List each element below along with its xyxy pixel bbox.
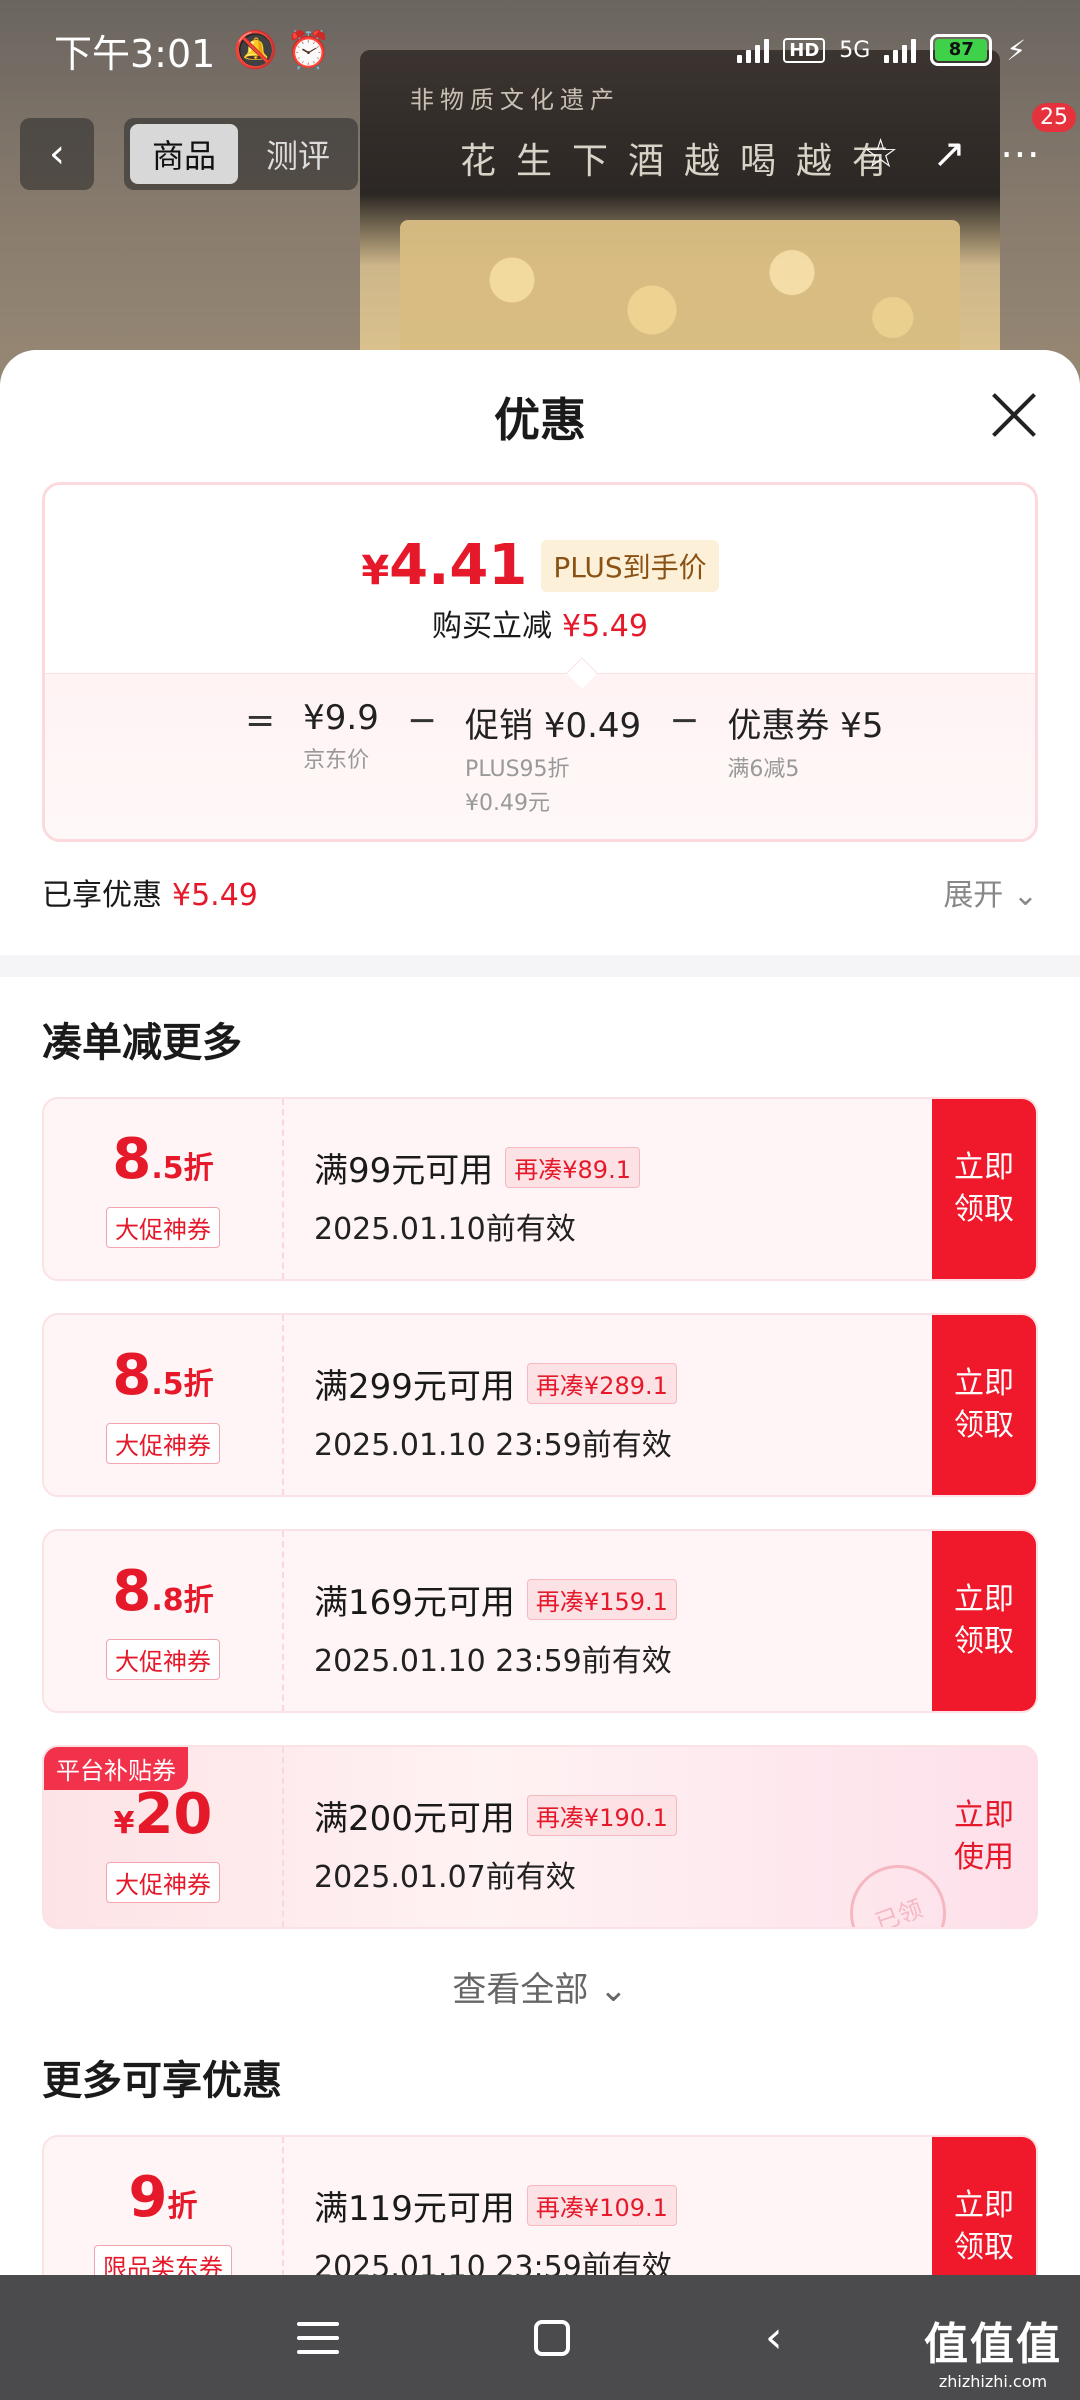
- coupon-condition: 满299元可用: [314, 1367, 515, 1407]
- use-button[interactable]: 立即使用: [932, 1747, 1036, 1927]
- instant-reduction: 购买立减 ¥5.49: [432, 609, 648, 644]
- coupon-tag: 大促神券: [106, 1639, 220, 1680]
- expand-button[interactable]: 展开 ⌄: [943, 870, 1038, 914]
- section-title-bundle: 凑单减更多: [42, 1020, 242, 1066]
- platform-subsidy-tag: 平台补贴券: [44, 1747, 188, 1790]
- coupon-remaining: 再凑¥89.1: [505, 1147, 640, 1188]
- tab-review[interactable]: 测评: [244, 124, 352, 184]
- charging-icon: ⚡: [1006, 33, 1026, 67]
- network-type: 5G: [839, 37, 871, 63]
- home-icon[interactable]: [534, 2319, 571, 2356]
- close-icon[interactable]: [988, 390, 1038, 440]
- discount-sheet: 优惠 ¥4.41 PLUS到手价 购买立减¥5.49 = ¥9.9 京东价 −: [0, 350, 1080, 2400]
- coupon-condition: 满200元可用: [314, 1799, 515, 1839]
- mute-icon: 🔕: [233, 30, 279, 71]
- section-divider: [0, 955, 1080, 977]
- message-badge: 25: [1032, 103, 1076, 132]
- coupon-condition: 满119元可用: [314, 2189, 515, 2229]
- top-nav: ‹ 商品 测评 ☆ ↗ ⋯ 25: [20, 103, 1076, 190]
- coupon-amount: ¥20: [113, 1782, 213, 1847]
- coupon-card: 8.5折 大促神券 满99元可用 再凑¥89.1 2025.01.10前有效 立即…: [42, 1097, 1038, 1281]
- coupon-condition: 满169元可用: [314, 1583, 515, 1623]
- final-price: ¥4.41: [361, 533, 528, 598]
- enjoyed-discount: 已享优惠 ¥5.49: [42, 878, 258, 913]
- jd-price-term: ¥9.9 京东价: [303, 698, 379, 773]
- coupon-card: 8.8折 大促神券 满169元可用 再凑¥159.1 2025.01.10 23:…: [42, 1529, 1038, 1713]
- platform-coupon-card: 平台补贴券 ¥20 大促神券 满200元可用 再凑¥190.1 2025.01.0…: [42, 1745, 1038, 1929]
- coupon-card: 8.5折 大促神券 满299元可用 再凑¥289.1 2025.01.10 23:…: [42, 1313, 1038, 1497]
- promo-term: 促销 ¥0.49 PLUS95折 ¥0.49元: [465, 706, 642, 816]
- back-button[interactable]: ‹: [20, 118, 94, 190]
- minus-sign: −: [669, 700, 700, 741]
- battery-level: 87: [935, 39, 988, 61]
- price-formula: = ¥9.9 京东价 − 促销 ¥0.49 PLUS95折 ¥0.49元 − 优惠…: [245, 698, 883, 821]
- coupon-discount: 8.5折: [112, 1127, 214, 1192]
- status-time: 下午3:01: [54, 31, 216, 76]
- coupon-remaining: 再凑¥190.1: [526, 1795, 677, 1836]
- coupon-validity: 2025.01.10前有效: [314, 1212, 576, 1247]
- product-peanuts-image: [400, 220, 960, 370]
- watermark: 值值值 zhizhizhi.com: [924, 2319, 1062, 2391]
- alarm-icon: ⏰: [286, 30, 331, 71]
- view-all-button[interactable]: 查看全部 ⌄: [0, 1962, 1080, 2011]
- hd-icon: HD: [783, 37, 826, 63]
- equals-sign: =: [245, 700, 276, 741]
- tab-product[interactable]: 商品: [130, 124, 239, 184]
- coupon-tag: 大促神券: [106, 1207, 220, 1248]
- battery-icon: 87: [930, 34, 993, 66]
- coupon-discount: 9折: [128, 2165, 198, 2230]
- section-title-more: 更多可享优惠: [42, 2058, 282, 2104]
- chevron-down-icon: ⌄: [1012, 878, 1038, 913]
- claim-button[interactable]: 立即领取: [932, 1315, 1036, 1495]
- coupon-term: 优惠券 ¥5 满6减5: [727, 706, 884, 782]
- coupon-condition: 满99元可用: [314, 1151, 494, 1191]
- coupon-discount: 8.8折: [112, 1559, 214, 1624]
- menu-icon[interactable]: [297, 2321, 340, 2354]
- tab-bar: 商品 测评: [124, 118, 359, 190]
- system-nav-bar: ‹: [0, 2275, 1080, 2400]
- more-icon[interactable]: ⋯: [1000, 131, 1040, 177]
- coupon-validity: 2025.01.07前有效: [314, 1860, 576, 1895]
- coupon-tag: 大促神券: [106, 1423, 220, 1464]
- plus-price-tag: PLUS到手价: [541, 539, 719, 592]
- sheet-title: 优惠: [494, 393, 586, 447]
- coupon-remaining: 再凑¥289.1: [526, 1363, 677, 1404]
- claim-button[interactable]: 立即领取: [932, 1099, 1036, 1279]
- coupon-remaining: 再凑¥159.1: [526, 1579, 677, 1620]
- price-breakdown-card: ¥4.41 PLUS到手价 购买立减 ¥5.49 = ¥9.9 京东价 − 促销 …: [42, 482, 1038, 842]
- minus-sign: −: [406, 700, 438, 741]
- chevron-down-icon: ⌄: [599, 1970, 628, 2010]
- share-icon[interactable]: ↗: [932, 131, 966, 177]
- chevron-left-icon: ‹: [49, 131, 65, 177]
- cell-signal-icon: [884, 37, 917, 63]
- back-icon[interactable]: ‹: [765, 2312, 783, 2363]
- coupon-validity: 2025.01.10 23:59前有效: [314, 1644, 672, 1679]
- coupon-validity: 2025.01.10 23:59前有效: [314, 1428, 672, 1463]
- status-bar: 下午3:01 🔕 ⏰ HD 5G 87 ⚡: [0, 0, 1080, 100]
- wifi-signal-icon: [737, 37, 770, 63]
- star-icon[interactable]: ☆: [863, 131, 899, 177]
- coupon-remaining: 再凑¥109.1: [526, 2185, 677, 2226]
- coupon-tag: 大促神券: [106, 1862, 220, 1903]
- coupon-discount: 8.5折: [112, 1343, 214, 1408]
- claim-button[interactable]: 立即领取: [932, 1531, 1036, 1711]
